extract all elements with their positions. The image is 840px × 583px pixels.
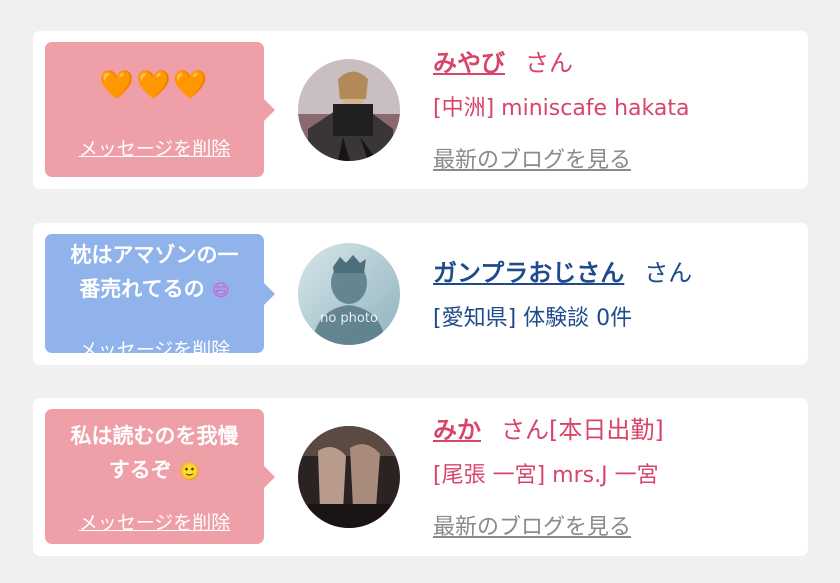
profile-info: みか さん[本日出勤] [尾張 一宮] mrs.J 一宮 最新のブログを見る [433,410,664,541]
message-line-2-wrap: 番売れてるの 😄 [45,272,264,308]
area-info: [愛知県] 体験談 0件 [433,306,633,331]
profile-name-link[interactable]: みやび [433,49,505,77]
shop-info: [尾張 一宮] mrs.J 一宮 [433,463,659,488]
delete-message-link[interactable]: メッセージを削除 [45,335,264,362]
delete-message-link[interactable]: メッセージを削除 [45,508,264,535]
avatar[interactable] [298,426,400,528]
message-line-1: 枕はアマゾンの一 [70,243,239,267]
delete-message-link[interactable]: メッセージを削除 [45,134,264,161]
avatar[interactable]: no photo [298,243,400,345]
message-bubble: 🧡🧡🧡 メッセージを削除 [45,42,275,177]
message-line-2-wrap: するぞ 🙂 [45,453,264,489]
shop-info: [中洲] miniscafe hakata [433,96,690,121]
message-card-2: 枕はアマゾンの一 番売れてるの 😄 メッセージを削除 no photo ガンプラ… [33,223,808,365]
message-text: 枕はアマゾンの一 番売れてるの 😄 [45,238,264,308]
name-line: ガンプラおじさん さん [433,253,692,288]
message-line-1: 私は読むのを我慢 [70,424,239,448]
smile-emoji: 🙂 [179,462,201,482]
message-card-3: 私は読むのを我慢 するぞ 🙂 メッセージを削除 みか さん[本日出勤] [尾張 一… [33,398,808,556]
profile-name-link[interactable]: ガンプラおじさん [433,259,624,287]
message-bubble: 私は読むのを我慢 するぞ 🙂 メッセージを削除 [45,409,275,544]
avatar-photo-icon [298,59,400,161]
profile-name-link[interactable]: みか [433,416,481,444]
message-text: 私は読むのを我慢 するぞ 🙂 [45,419,264,489]
latest-blog-link[interactable]: 最新のブログを見る [433,509,664,541]
hearts-emoji: 🧡🧡🧡 [99,68,210,101]
message-card-1: 🧡🧡🧡 メッセージを削除 みやび さん [中洲] miniscafe hakata… [33,31,808,189]
no-photo-placeholder-icon [298,243,400,345]
no-photo-label: no photo [320,311,378,326]
message-line-2: するぞ [108,458,172,482]
name-line: みか さん[本日出勤] [433,410,664,445]
profile-info: みやび さん [中洲] miniscafe hakata 最新のブログを見る [433,43,689,174]
message-bubble: 枕はアマゾンの一 番売れてるの 😄 メッセージを削除 [45,234,275,361]
latest-blog-link[interactable]: 最新のブログを見る [433,142,689,174]
profile-info: ガンプラおじさん さん [愛知県] 体験談 0件 [433,253,692,332]
message-line-2: 番売れてるの [79,277,205,301]
honorific: さん [525,49,573,77]
honorific: さん [644,259,693,287]
avatar-photo-icon [298,426,400,528]
smile-emoji: 😄 [211,281,230,301]
honorific-status: さん[本日出勤] [501,416,664,444]
avatar[interactable] [298,59,400,161]
name-line: みやび さん [433,43,689,78]
